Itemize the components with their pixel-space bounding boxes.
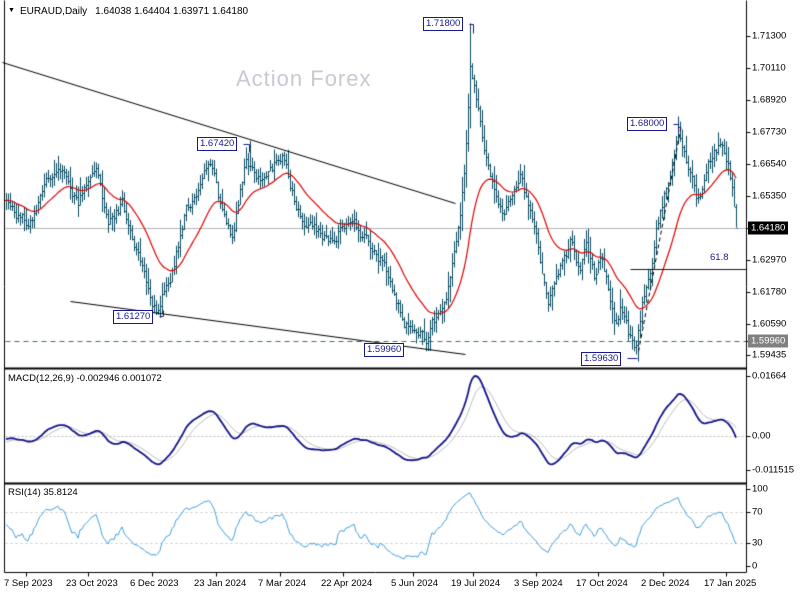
- price-axis-label: 1.71300: [752, 30, 787, 42]
- rsi-axis-label: 0: [752, 560, 758, 572]
- price-axis-label: 1.62970: [752, 254, 787, 266]
- time-axis-label: 5 Jun 2024: [391, 578, 439, 589]
- time-axis-label: 22 Apr 2024: [321, 578, 373, 589]
- price-axis-label: 1.66540: [752, 158, 787, 170]
- time-axis-label: 23 Jan 2024: [194, 578, 247, 589]
- time-axis-label: 19 Jul 2024: [451, 578, 501, 589]
- price-axis-label: 1.59960: [748, 334, 789, 348]
- price-axis-label: 1.70110: [752, 62, 786, 74]
- chart-canvas[interactable]: [0, 0, 800, 600]
- price-annotation[interactable]: 1.68000: [627, 117, 668, 131]
- price-annotation[interactable]: 1.61270: [113, 310, 154, 324]
- price-annotation[interactable]: 1.59630: [581, 352, 622, 366]
- symbol-title: EURAUD,Daily: [19, 6, 88, 17]
- rsi-indicator-label: RSI(14) 35.8124: [8, 487, 78, 498]
- time-axis-label: 17 Jan 2025: [704, 578, 757, 589]
- price-annotation[interactable]: 1.71800: [423, 17, 464, 31]
- price-axis-label: 1.64180: [748, 221, 789, 235]
- price-axis-label: 1.60590: [752, 318, 787, 330]
- time-axis-label: 7 Mar 2024: [258, 578, 307, 589]
- price-axis-label: 1.61780: [752, 286, 787, 298]
- macd-axis-label: 0.01664: [752, 370, 787, 382]
- macd-axis-label: -0.011515: [752, 464, 795, 476]
- time-axis-label: 3 Sep 2024: [514, 578, 563, 589]
- ohlc-values: 1.64038 1.64404 1.63971 1.64180: [95, 6, 249, 17]
- time-axis-label: 2 Dec 2024: [641, 578, 690, 589]
- price-annotation[interactable]: 1.59960: [364, 343, 405, 357]
- price-axis-label: 1.59435: [752, 349, 787, 361]
- time-axis-label: 6 Dec 2023: [130, 578, 179, 589]
- price-axis-label: 1.65350: [752, 190, 787, 202]
- price-axis-label: 1.67730: [752, 126, 787, 138]
- price-annotation[interactable]: 1.67420: [197, 137, 238, 151]
- rsi-axis-label: 100: [752, 483, 768, 495]
- rsi-axis-label: 30: [752, 537, 763, 549]
- macd-indicator-label: MACD(12,26,9) -0.002946 0.001072: [8, 373, 162, 384]
- time-axis-label: 23 Oct 2023: [66, 578, 118, 589]
- time-axis-label: 7 Sep 2023: [4, 578, 53, 589]
- rsi-axis-label: 70: [752, 506, 763, 518]
- macd-axis-label: 0.00: [752, 430, 771, 442]
- price-annotation[interactable]: 61.8: [708, 252, 731, 264]
- trading-chart-window: Action Forex ▼EURAUD,Daily1.64038 1.6440…: [0, 0, 800, 600]
- symbol-collapse-icon[interactable]: ▼: [8, 7, 15, 14]
- time-axis-label: 17 Oct 2024: [576, 578, 628, 589]
- price-axis-label: 1.68920: [752, 94, 787, 106]
- symbol-info-bar: ▼ EURAUD,Daily 1.64038 1.64404 1.63971 1.6…: [8, 6, 248, 17]
